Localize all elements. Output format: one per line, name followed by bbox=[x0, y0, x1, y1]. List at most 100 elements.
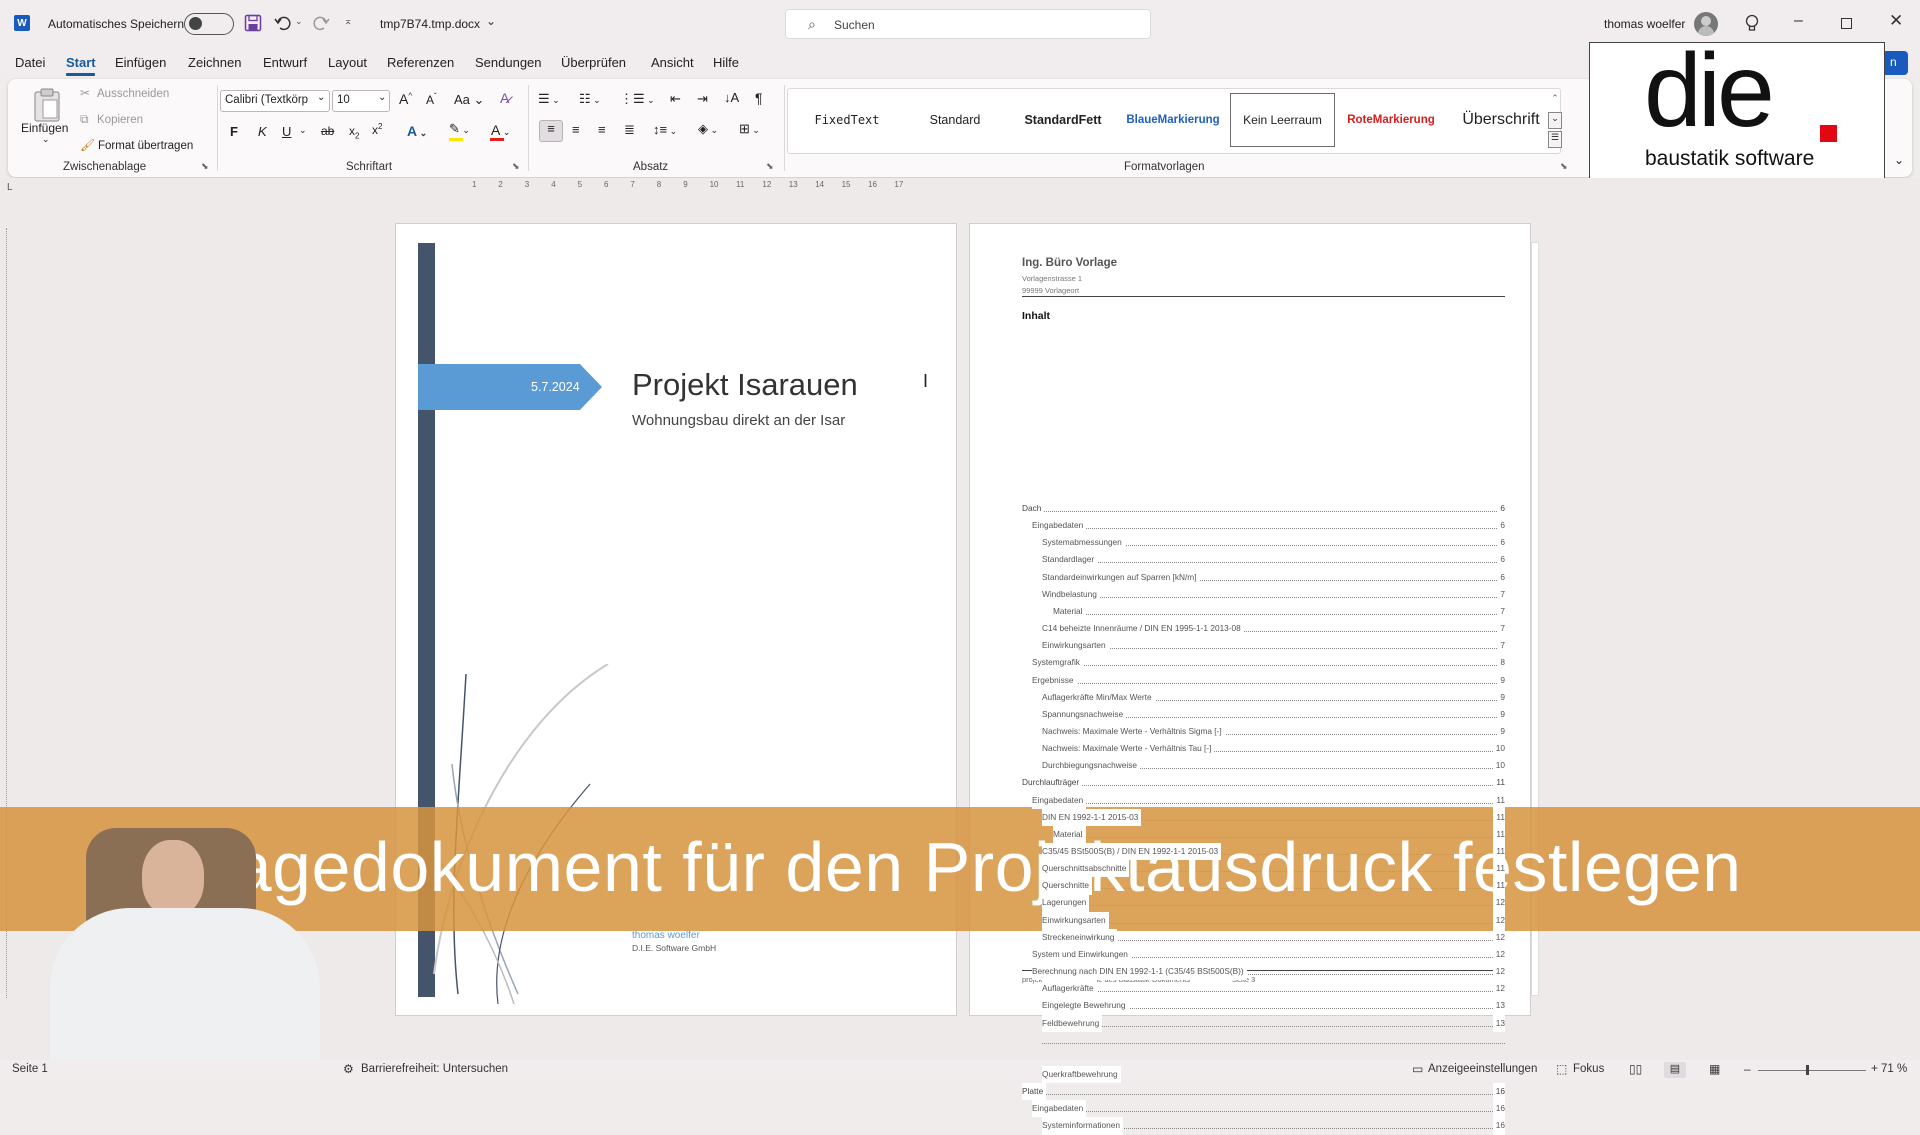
align-left-icon[interactable]: ≡ bbox=[539, 120, 563, 142]
redo-icon[interactable] bbox=[312, 14, 330, 32]
toc-entry[interactable]: C14 beheizte Innenräume / DIN EN 1995-1-… bbox=[1042, 620, 1505, 638]
toc-entry[interactable]: Streckeneinwirkung 12 bbox=[1042, 928, 1505, 946]
print-layout-icon[interactable]: ▤ bbox=[1664, 1062, 1686, 1078]
toc-entry[interactable]: Nachweis: Maximale Werte - Verhältnis Ta… bbox=[1042, 740, 1505, 758]
tab-zeichnen[interactable]: Zeichnen bbox=[188, 55, 241, 70]
align-right-icon[interactable]: ≡ bbox=[598, 122, 606, 137]
paragraph-launcher-icon[interactable]: ⬊ bbox=[766, 161, 774, 172]
styles-scroll-up-icon[interactable]: ⌃ bbox=[1548, 93, 1562, 110]
font-color-icon[interactable]: A ⌄ bbox=[491, 122, 510, 138]
toc-entry[interactable]: Platte 16 bbox=[1022, 1083, 1505, 1101]
strikethrough-icon[interactable]: ab bbox=[321, 124, 334, 138]
clipboard-launcher-icon[interactable]: ⬊ bbox=[201, 161, 209, 172]
numbering-icon[interactable]: ☷ ⌄ bbox=[579, 91, 601, 107]
tab-referenzen[interactable]: Referenzen bbox=[387, 55, 454, 70]
tab-selector-icon[interactable]: L bbox=[7, 182, 13, 193]
paste-icon[interactable] bbox=[32, 87, 62, 123]
tab-ueberpruefen[interactable]: Überprüfen bbox=[561, 55, 626, 70]
tab-start[interactable]: Start bbox=[66, 55, 96, 70]
shading-icon[interactable]: ◈ ⌄ bbox=[698, 121, 718, 137]
horizontal-ruler[interactable]: 1 2 3 4 5 6 7 8 9 10 11 12 13 14 15 16 17 bbox=[394, 180, 934, 194]
user-name[interactable]: thomas woelfer bbox=[1604, 17, 1685, 31]
borders-icon[interactable]: ⊞ ⌄ bbox=[739, 121, 760, 137]
tab-ansicht[interactable]: Ansicht bbox=[651, 55, 694, 70]
font-size-dropdown-icon[interactable]: ⌄ bbox=[378, 92, 386, 103]
toc-entry[interactable] bbox=[1042, 1032, 1505, 1049]
multilevel-list-icon[interactable]: ⋮☰ ⌄ bbox=[620, 91, 655, 107]
increase-indent-icon[interactable]: ⇥ bbox=[697, 91, 708, 107]
toc-entry[interactable]: Feldbewehrung 13 bbox=[1042, 1014, 1505, 1032]
tab-einfuegen[interactable]: Einfügen bbox=[115, 55, 166, 70]
page-indicator[interactable]: Seite 1 bbox=[12, 1063, 48, 1075]
tab-layout[interactable]: Layout bbox=[328, 55, 367, 70]
restore-icon[interactable] bbox=[1841, 18, 1852, 29]
document-filename[interactable]: tmp7B74.tmp.docx bbox=[380, 17, 480, 31]
zoom-in-icon[interactable]: + bbox=[1871, 1061, 1878, 1075]
grow-font-icon[interactable]: A^ bbox=[399, 91, 412, 107]
font-name-dropdown-icon[interactable]: ⌄ bbox=[317, 92, 325, 103]
minimize-icon[interactable]: – bbox=[1794, 12, 1803, 30]
web-layout-icon[interactable]: ▦ bbox=[1709, 1062, 1720, 1076]
format-painter-button[interactable]: Format übertragen bbox=[98, 140, 193, 152]
font-name-select[interactable]: Calibri (Textkörp bbox=[220, 90, 330, 112]
style-standardfett[interactable]: StandardFett bbox=[1010, 93, 1116, 147]
read-mode-icon[interactable]: ▯▯ bbox=[1629, 1062, 1642, 1076]
toc-entry[interactable]: Systemabmessungen 6 bbox=[1042, 534, 1505, 552]
filename-dropdown-icon[interactable]: ⌄ bbox=[486, 14, 496, 28]
text-effects-icon[interactable]: A ⌄ bbox=[407, 123, 427, 139]
toc-entry[interactable]: Systeminformationen 16 bbox=[1042, 1117, 1505, 1135]
underline-button[interactable]: U bbox=[282, 124, 291, 139]
tab-datei[interactable]: Datei bbox=[15, 55, 45, 70]
toc-entry[interactable]: Material 7 bbox=[1053, 602, 1505, 621]
bold-button[interactable]: F bbox=[230, 124, 238, 139]
italic-button[interactable]: K bbox=[258, 124, 267, 139]
underline-dropdown-icon[interactable]: ⌄ bbox=[299, 125, 307, 136]
display-settings-button[interactable]: Anzeigeeinstellungen bbox=[1428, 1063, 1537, 1075]
zoom-slider-thumb[interactable] bbox=[1806, 1065, 1809, 1075]
cut-button[interactable]: Ausschneiden bbox=[97, 88, 169, 100]
undo-icon[interactable] bbox=[274, 14, 292, 32]
customize-quick-access-icon[interactable]: ⌅ bbox=[344, 16, 352, 27]
line-spacing-icon[interactable]: ↕≡ ⌄ bbox=[653, 122, 677, 137]
toc-entry[interactable]: Eingelegte Bewehrung 13 bbox=[1042, 997, 1505, 1015]
close-icon[interactable]: ✕ bbox=[1889, 11, 1903, 31]
style-rotemarkierung[interactable]: RoteMarkierung bbox=[1338, 93, 1444, 147]
font-launcher-icon[interactable]: ⬊ bbox=[512, 161, 520, 172]
toc-entry[interactable]: Auflagerkräfte Min/Max Werte 9 bbox=[1042, 688, 1505, 706]
styles-launcher-icon[interactable]: ⬊ bbox=[1560, 161, 1568, 172]
show-marks-icon[interactable]: ¶ bbox=[755, 90, 763, 106]
style-fixedtext[interactable]: FixedText bbox=[794, 93, 900, 147]
bullets-icon[interactable]: ☰ ⌄ bbox=[538, 91, 560, 107]
toc-entry[interactable]: Nachweis: Maximale Werte - Verhältnis Si… bbox=[1042, 722, 1505, 741]
zoom-out-icon[interactable]: – bbox=[1744, 1062, 1751, 1076]
toc-entry[interactable]: Einwirkungsarten 7 bbox=[1042, 637, 1505, 655]
justify-icon[interactable]: ≣ bbox=[624, 122, 635, 138]
sort-icon[interactable]: ↓A bbox=[724, 90, 739, 105]
clear-formatting-icon[interactable]: A̷ bbox=[500, 90, 509, 106]
tab-hilfe[interactable]: Hilfe bbox=[713, 55, 739, 70]
focus-button[interactable]: Fokus bbox=[1573, 1063, 1604, 1075]
toc-entry[interactable]: Spannungsnachweise 9 bbox=[1042, 705, 1505, 723]
toc-entry[interactable]: Windbelastung 7 bbox=[1042, 585, 1505, 603]
subscript-icon[interactable]: x2 bbox=[349, 124, 359, 140]
styles-scroll-down-icon[interactable]: ⌄ bbox=[1548, 112, 1562, 129]
toc-entry[interactable]: Durchbiegungsnachweise 10 bbox=[1042, 757, 1505, 775]
search-box[interactable]: ⌕ Suchen bbox=[785, 9, 1151, 39]
toc-entry[interactable]: System und Einwirkungen 12 bbox=[1032, 945, 1505, 964]
style-kein-leerraum[interactable]: Kein Leerraum bbox=[1230, 93, 1335, 147]
save-icon[interactable] bbox=[244, 14, 262, 32]
toc-entry[interactable]: Eingabedaten 16 bbox=[1032, 1100, 1505, 1118]
change-case-icon[interactable]: Aa ⌄ bbox=[454, 92, 484, 108]
toc-entry[interactable]: Standardlager 6 bbox=[1042, 551, 1505, 569]
decrease-indent-icon[interactable]: ⇤ bbox=[670, 91, 681, 107]
superscript-icon[interactable]: x2 bbox=[372, 122, 382, 137]
toc-entry[interactable]: Dach 6 bbox=[1022, 500, 1505, 518]
undo-dropdown-icon[interactable]: ⌄ bbox=[295, 16, 303, 27]
toc-entry[interactable]: Standardeinwirkungen auf Sparren [kN/m] 6 bbox=[1042, 568, 1505, 586]
autosave-toggle[interactable] bbox=[184, 13, 234, 35]
shrink-font-icon[interactable]: Aˇ bbox=[426, 92, 437, 107]
toc-entry[interactable]: Berechnung nach DIN EN 1992-1-1 (C35/45 … bbox=[1032, 963, 1505, 981]
style-standard[interactable]: Standard bbox=[902, 93, 1008, 147]
toc-entry[interactable]: Eingabedaten 6 bbox=[1032, 517, 1505, 535]
accessibility-status[interactable]: Barrierefreiheit: Untersuchen bbox=[361, 1063, 508, 1075]
